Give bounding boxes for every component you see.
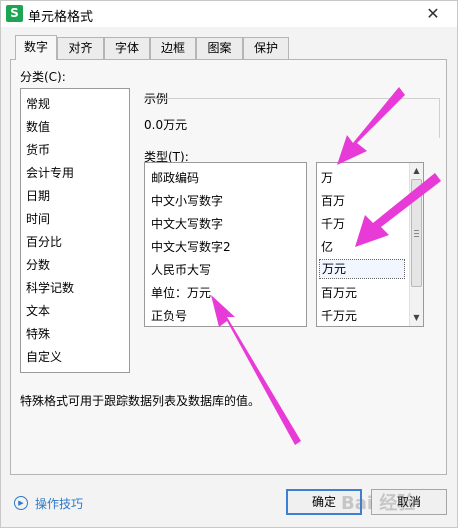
tab-border[interactable]: 边框 <box>150 37 196 59</box>
category-item-currency[interactable]: 货币 <box>26 141 50 158</box>
close-icon[interactable]: ✕ <box>423 4 443 24</box>
category-item-percentage[interactable]: 百分比 <box>26 233 62 250</box>
number-tab-panel: 分类(C): 常规 数值 货币 会计专用 日期 时间 百分比 分数 科学记数 文… <box>10 59 447 475</box>
tips-link[interactable]: 操作技巧 <box>35 495 83 512</box>
category-item-number[interactable]: 数值 <box>26 118 50 135</box>
sample-value: 0.0万元 <box>144 118 188 132</box>
unit-item-baiwan[interactable]: 百万 <box>321 192 345 209</box>
format-cells-dialog: S 单元格格式 ✕ 数字 对齐 字体 边框 图案 保护 分类(C): 常规 数值… <box>0 0 458 528</box>
tab-protection[interactable]: 保护 <box>243 37 289 59</box>
category-label: 分类(C): <box>20 70 66 84</box>
unit-list-scrollbar[interactable]: ▲ ▼ <box>409 163 423 326</box>
category-item-accounting[interactable]: 会计专用 <box>26 164 74 181</box>
category-item-scientific[interactable]: 科学记数 <box>26 279 74 296</box>
dialog-title: 单元格格式 <box>28 10 94 25</box>
category-item-date[interactable]: 日期 <box>26 187 50 204</box>
sample-group <box>144 98 440 138</box>
grip-line <box>414 230 419 231</box>
scrollbar-thumb[interactable] <box>411 179 422 287</box>
title-bar: S 单元格格式 ✕ <box>1 1 457 27</box>
category-item-custom[interactable]: 自定义 <box>26 348 62 365</box>
type-item-rmb-uppercase[interactable]: 人民币大写 <box>151 261 211 278</box>
scroll-down-icon[interactable]: ▼ <box>410 311 423 325</box>
tab-number[interactable]: 数字 <box>15 35 57 60</box>
play-circle-icon[interactable]: ▶ <box>14 496 28 510</box>
tab-patterns[interactable]: 图案 <box>196 37 243 59</box>
category-item-time[interactable]: 时间 <box>26 210 50 227</box>
type-item-sign[interactable]: 正负号 <box>151 307 187 324</box>
type-list[interactable]: 邮政编码 中文小写数字 中文大写数字 中文大写数字2 人民币大写 单位：万元 正… <box>144 162 307 327</box>
type-item-postal-code[interactable]: 邮政编码 <box>151 169 199 186</box>
wps-spreadsheet-icon: S <box>6 5 23 22</box>
unit-item-yi[interactable]: 亿 <box>321 238 333 255</box>
category-list[interactable]: 常规 数值 货币 会计专用 日期 时间 百分比 分数 科学记数 文本 特殊 自定… <box>20 88 130 373</box>
grip-line <box>414 233 419 234</box>
category-item-special[interactable]: 特殊 <box>26 325 50 342</box>
type-item-chinese-lowercase[interactable]: 中文小写数字 <box>151 192 223 209</box>
category-item-general[interactable]: 常规 <box>26 95 50 112</box>
unit-item-qianwan[interactable]: 千万 <box>321 215 345 232</box>
type-item-unit-wanyuan[interactable]: 单位：万元 <box>151 284 211 301</box>
grip-line <box>414 236 419 237</box>
scroll-up-icon[interactable]: ▲ <box>410 164 423 178</box>
unit-item-wanyuan-selected[interactable]: 万元 <box>319 259 405 279</box>
tab-font[interactable]: 字体 <box>104 37 150 59</box>
unit-list[interactable]: 万 百万 千万 亿 万元 百万元 千万元 ▲ ▼ <box>316 162 424 327</box>
type-item-chinese-uppercase[interactable]: 中文大写数字 <box>151 215 223 232</box>
category-item-fraction[interactable]: 分数 <box>26 256 50 273</box>
baidu-watermark: Bai 经验 <box>341 493 416 514</box>
type-item-chinese-uppercase2[interactable]: 中文大写数字2 <box>151 238 231 255</box>
unit-item-baiwanyuan[interactable]: 百万元 <box>321 284 357 301</box>
category-item-text[interactable]: 文本 <box>26 302 50 319</box>
unit-item-wan[interactable]: 万 <box>321 169 333 186</box>
format-description: 特殊格式可用于跟踪数据列表及数据库的值。 <box>20 394 261 408</box>
unit-item-qianwanyuan[interactable]: 千万元 <box>321 307 357 324</box>
tab-alignment[interactable]: 对齐 <box>57 37 104 59</box>
